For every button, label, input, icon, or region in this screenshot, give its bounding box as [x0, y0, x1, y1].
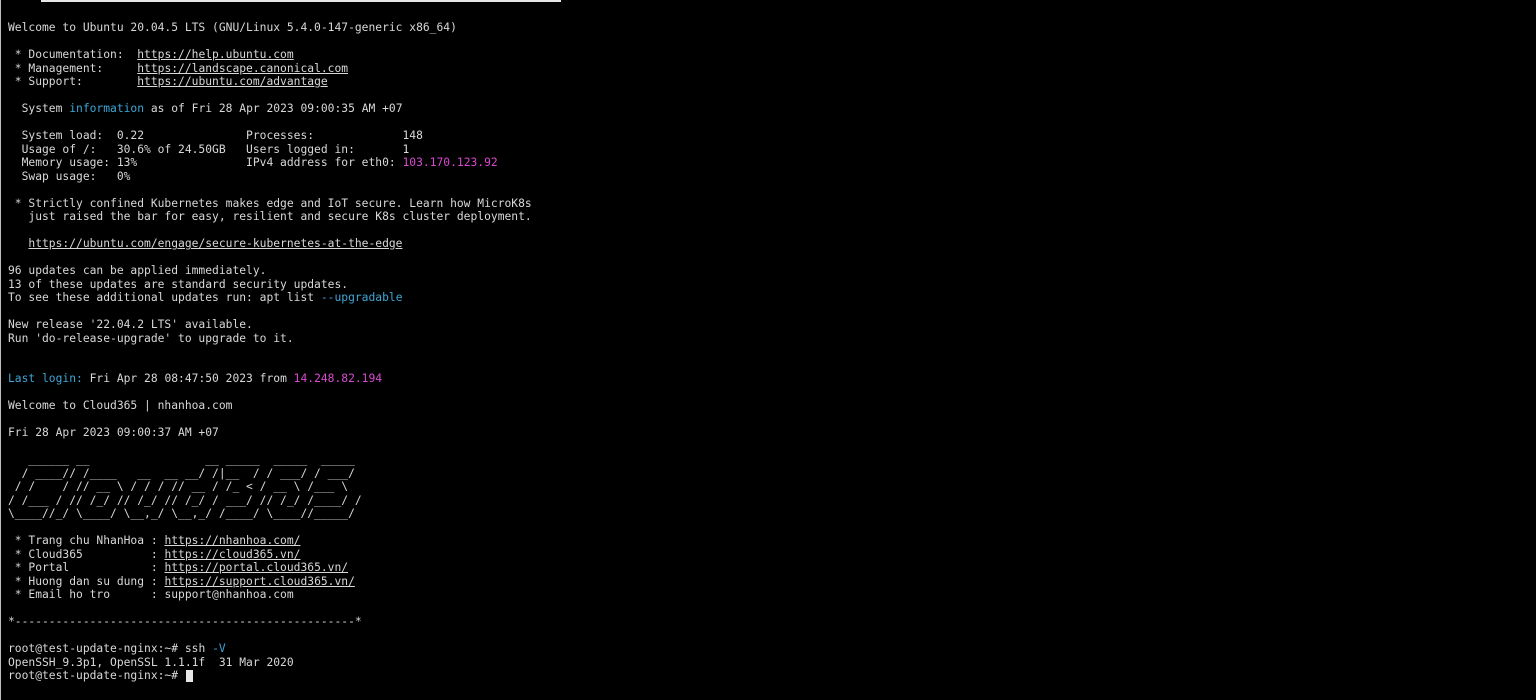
command-text: ssh — [184, 642, 213, 655]
management-link[interactable]: https://landscape.canonical.com — [137, 62, 348, 75]
info-guide-line: * Huong dan su dung : https://support.cl… — [8, 574, 355, 588]
sysinfo-keyword: information — [69, 102, 145, 115]
terminal-output: Welcome to Ubuntu 20.04.5 LTS (GNU/Linux… — [8, 21, 532, 683]
kube-url-line: https://ubuntu.com/engage/secure-kuberne… — [8, 237, 532, 251]
command-flag: -V — [212, 642, 226, 655]
window-left-border — [0, 0, 1, 700]
ipv4-address: 103.170.123.92 — [402, 156, 498, 169]
sysinfo-heading: System information as of Fri 28 Apr 2023… — [8, 102, 403, 115]
updates-line-1: 96 updates can be applied immediately. — [8, 264, 267, 277]
shell-prompt: root@test-update-nginx:~# — [8, 642, 185, 655]
sysinfo-row-swap: Swap usage: 0% — [8, 169, 131, 183]
sysinfo-row-usage: Usage of /: 30.6% of 24.50GB Users logge… — [8, 142, 410, 156]
support-guide-link[interactable]: https://support.cloud365.vn/ — [164, 575, 354, 588]
updates-line-2: 13 of these updates are standard securit… — [8, 277, 349, 291]
support-label: * Support: — [8, 75, 138, 88]
info-cloud-line: * Cloud365 : https://cloud365.vn/ — [8, 547, 301, 561]
updates-line-3: To see these additional updates run: apt… — [8, 291, 403, 304]
banner-line-3: / / / // __ \ / / / // __ / /_ < / __ \ … — [8, 480, 349, 493]
kube-line-2: just raised the bar for easy, resilient … — [8, 210, 532, 223]
kube-line-1: * Strictly confined Kubernetes makes edg… — [8, 196, 532, 210]
banner-line-1: ______ __ __ _____ _____ _____ — [8, 453, 355, 466]
doc-line: * Documentation: https://help.ubuntu.com — [8, 48, 532, 62]
upgradable-flag: --upgradable — [320, 291, 403, 304]
info-home-line: * Trang chu NhanHoa : https://nhanhoa.co… — [8, 534, 301, 547]
sysinfo-row-memory: Memory usage: 13% IPv4 address for eth0:… — [8, 156, 498, 169]
shell-prompt: root@test-update-nginx:~# — [8, 669, 185, 682]
last-login-line: Last login: Fri Apr 28 08:47:50 2023 fro… — [8, 372, 383, 385]
management-line: * Management: https://landscape.canonica… — [8, 62, 532, 76]
doc-link[interactable]: https://help.ubuntu.com — [137, 48, 293, 61]
sysinfo-row-load: System load: 0.22 Processes: 148 — [8, 129, 423, 142]
cloud365-link[interactable]: https://cloud365.vn/ — [164, 548, 300, 561]
kube-link[interactable]: https://ubuntu.com/engage/secure-kuberne… — [28, 237, 402, 250]
support-link[interactable]: https://ubuntu.com/advantage — [137, 75, 327, 88]
cloud-welcome-line: Welcome to Cloud365 | nhanhoa.com — [8, 399, 233, 412]
window-top-border — [41, 0, 561, 2]
support-line: * Support: https://ubuntu.com/advantage — [8, 75, 532, 89]
release-line-1: New release '22.04.2 LTS' available. — [8, 318, 253, 331]
doc-label: * Documentation: — [8, 48, 138, 61]
cloud-date-line: Fri 28 Apr 2023 09:00:37 AM +07 — [8, 426, 219, 439]
cursor-block[interactable] — [185, 670, 193, 682]
banner-line-5: \____//_/ \____/ \__,_/ \__,_/ /____/ \_… — [8, 507, 355, 520]
support-email: support@nhanhoa.com — [164, 588, 294, 601]
info-email-line: * Email ho tro : support@nhanhoa.com — [8, 588, 294, 601]
terminal-window[interactable]: Welcome to Ubuntu 20.04.5 LTS (GNU/Linux… — [0, 0, 1536, 700]
release-line-2: Run 'do-release-upgrade' to upgrade to i… — [8, 331, 294, 345]
command-line: root@test-update-nginx:~# ssh -V — [8, 642, 532, 656]
home-link[interactable]: https://nhanhoa.com/ — [164, 534, 300, 547]
last-login-label: Last login: — [8, 372, 83, 385]
welcome-line: Welcome to Ubuntu 20.04.5 LTS (GNU/Linux… — [8, 21, 457, 34]
divider-line: *---------------------------------------… — [8, 615, 362, 628]
banner-line-4: / /___ / // /_/ // /_/ // /_/ / ___/ // … — [8, 493, 362, 507]
portal-link[interactable]: https://portal.cloud365.vn/ — [164, 561, 348, 574]
last-login-ip: 14.248.82.194 — [293, 372, 383, 385]
banner-line-2: / ____// /____ __ __ __/ /|__ / / ___/ /… — [8, 466, 355, 480]
management-label: * Management: — [8, 61, 138, 75]
active-prompt-line[interactable]: root@test-update-nginx:~# — [8, 669, 532, 683]
command-output: OpenSSH_9.3p1, OpenSSL 1.1.1f 31 Mar 202… — [8, 655, 294, 669]
info-portal-line: * Portal : https://portal.cloud365.vn/ — [8, 561, 349, 574]
